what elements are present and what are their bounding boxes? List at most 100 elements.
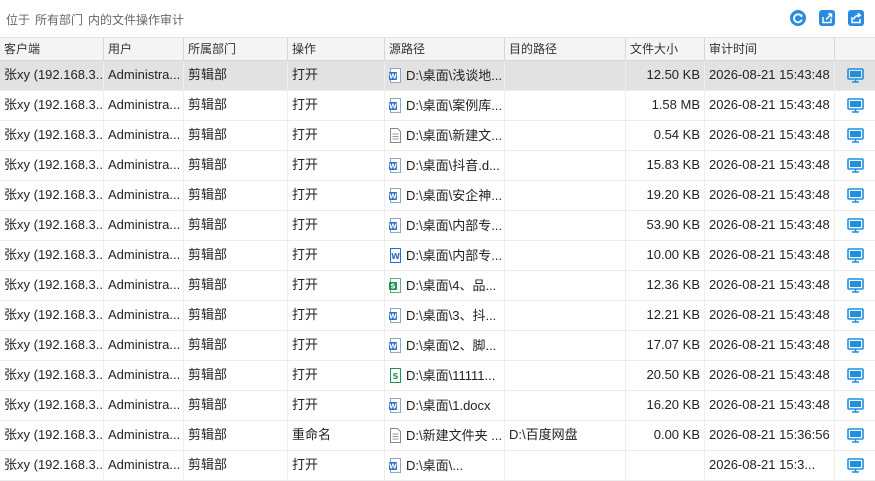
svg-text:W: W <box>389 103 397 111</box>
svg-text:S: S <box>393 372 399 381</box>
cell-client: 张xy (192.168.3... <box>0 151 104 180</box>
export-icon[interactable] <box>818 9 836 27</box>
source-path-text: D:\桌面\浅谈地... <box>406 67 503 83</box>
table-row[interactable]: 张xy (192.168.3... Administra... 剪辑部 打开 W D:\桌… <box>0 181 875 211</box>
cell-source-path: W D:\桌面\1.docx <box>385 391 505 420</box>
table-row[interactable]: 张xy (192.168.3... Administra... 剪辑部 打开 D:\桌面… <box>0 121 875 151</box>
refresh-icon[interactable] <box>789 9 807 27</box>
table-row[interactable]: 张xy (192.168.3... Administra... 剪辑部 重命名 D:\新… <box>0 421 875 451</box>
cell-operation: 打开 <box>288 61 385 90</box>
cell-file-size <box>626 451 705 480</box>
cell-department: 剪辑部 <box>184 331 288 360</box>
column-header-department[interactable]: 所属部门 <box>184 38 288 60</box>
monitor-icon[interactable] <box>846 278 864 293</box>
monitor-icon[interactable] <box>846 308 864 323</box>
cell-action <box>835 391 875 420</box>
cell-dest-path <box>505 91 626 120</box>
text-file-icon <box>390 128 401 143</box>
spreadsheet-icon: S <box>389 278 401 293</box>
column-header-audit-time[interactable]: 审计时间 <box>705 38 835 60</box>
table-row[interactable]: 张xy (192.168.3... Administra... 剪辑部 打开 S D:\桌… <box>0 271 875 301</box>
cell-source-path: D:\桌面\新建文... <box>385 121 505 150</box>
source-path-text: D:\桌面\安企神... <box>406 187 503 203</box>
monitor-icon[interactable] <box>846 398 864 413</box>
cell-audit-time: 2026-08-21 15:43:48 <box>705 361 835 390</box>
monitor-icon[interactable] <box>846 248 864 263</box>
cell-action <box>835 301 875 330</box>
cell-operation: 打开 <box>288 121 385 150</box>
cell-client: 张xy (192.168.3... <box>0 91 104 120</box>
source-path-text: D:\桌面\11111... <box>406 367 496 383</box>
audit-table: 客户端 用户 所属部门 操作 源路径 目的路径 文件大小 审计时间 张xy (1… <box>0 38 875 481</box>
table-row[interactable]: 张xy (192.168.3... Administra... 剪辑部 打开 W D:\桌… <box>0 151 875 181</box>
cell-department: 剪辑部 <box>184 121 288 150</box>
cell-user: Administra... <box>104 361 184 390</box>
table-row[interactable]: 张xy (192.168.3... Administra... 剪辑部 打开 S D:\桌… <box>0 361 875 391</box>
monitor-icon[interactable] <box>846 98 864 113</box>
cell-dest-path <box>505 211 626 240</box>
cell-user: Administra... <box>104 61 184 90</box>
cell-audit-time: 2026-08-21 15:43:48 <box>705 61 835 90</box>
cell-action <box>835 421 875 450</box>
monitor-icon[interactable] <box>846 218 864 233</box>
cell-file-size: 10.00 KB <box>626 241 705 270</box>
monitor-icon[interactable] <box>846 128 864 143</box>
cell-user: Administra... <box>104 121 184 150</box>
cell-user: Administra... <box>104 241 184 270</box>
share-export-icon[interactable] <box>847 9 865 27</box>
table-row[interactable]: 张xy (192.168.3... Administra... 剪辑部 打开 W D:\桌… <box>0 61 875 91</box>
table-row[interactable]: 张xy (192.168.3... Administra... 剪辑部 打开 W D:\桌… <box>0 331 875 361</box>
column-header-action <box>835 38 875 60</box>
monitor-icon[interactable] <box>846 428 864 443</box>
cell-action <box>835 331 875 360</box>
cell-department: 剪辑部 <box>184 271 288 300</box>
word-doc-icon: W <box>389 398 401 413</box>
cell-dest-path: D:\百度网盘 <box>505 421 626 450</box>
column-header-operation[interactable]: 操作 <box>288 38 385 60</box>
cell-audit-time: 2026-08-21 15:36:56 <box>705 421 835 450</box>
column-header-dest-path[interactable]: 目的路径 <box>505 38 626 60</box>
source-path-text: D:\桌面\新建文... <box>406 127 503 143</box>
column-header-file-size[interactable]: 文件大小 <box>626 38 705 60</box>
monitor-icon[interactable] <box>846 368 864 383</box>
source-path-text: D:\桌面\3、抖... <box>406 307 497 323</box>
source-path-text: D:\桌面\... <box>406 457 464 473</box>
cell-source-path: D:\新建文件夹 ... <box>385 421 505 450</box>
table-row[interactable]: 张xy (192.168.3... Administra... 剪辑部 打开 W D:\桌… <box>0 301 875 331</box>
cell-file-size: 20.50 KB <box>626 361 705 390</box>
cell-audit-time: 2026-08-21 15:43:48 <box>705 301 835 330</box>
source-path-text: D:\新建文件夹 ... <box>406 427 503 443</box>
table-row[interactable]: 张xy (192.168.3... Administra... 剪辑部 打开 W D:\桌… <box>0 451 875 481</box>
cell-file-size: 12.21 KB <box>626 301 705 330</box>
cell-action <box>835 271 875 300</box>
monitor-icon[interactable] <box>846 338 864 353</box>
cell-operation: 打开 <box>288 151 385 180</box>
cell-audit-time: 2026-08-21 15:43:48 <box>705 151 835 180</box>
cell-file-size: 12.36 KB <box>626 271 705 300</box>
cell-file-size: 16.20 KB <box>626 391 705 420</box>
cell-file-size: 0.54 KB <box>626 121 705 150</box>
cell-file-size: 17.07 KB <box>626 331 705 360</box>
monitor-icon[interactable] <box>846 458 864 473</box>
cell-source-path: W D:\桌面\内部专... <box>385 211 505 240</box>
table-row[interactable]: 张xy (192.168.3... Administra... 剪辑部 打开 W D:\桌… <box>0 241 875 271</box>
column-header-user[interactable]: 用户 <box>104 38 184 60</box>
column-header-client[interactable]: 客户端 <box>0 38 104 60</box>
table-row[interactable]: 张xy (192.168.3... Administra... 剪辑部 打开 W D:\桌… <box>0 211 875 241</box>
cell-action <box>835 361 875 390</box>
word-doc-icon: W <box>389 218 401 233</box>
cell-client: 张xy (192.168.3... <box>0 121 104 150</box>
cell-file-size: 0.00 KB <box>626 421 705 450</box>
cell-department: 剪辑部 <box>184 451 288 480</box>
monitor-icon[interactable] <box>846 188 864 203</box>
cell-action <box>835 61 875 90</box>
table-row[interactable]: 张xy (192.168.3... Administra... 剪辑部 打开 W D:\桌… <box>0 91 875 121</box>
cell-client: 张xy (192.168.3... <box>0 421 104 450</box>
monitor-icon[interactable] <box>846 68 864 83</box>
monitor-icon[interactable] <box>846 158 864 173</box>
word-doc-icon: W <box>389 158 401 173</box>
table-row[interactable]: 张xy (192.168.3... Administra... 剪辑部 打开 W D:\桌… <box>0 391 875 421</box>
cell-user: Administra... <box>104 91 184 120</box>
cell-action <box>835 121 875 150</box>
column-header-source-path[interactable]: 源路径 <box>385 38 505 60</box>
